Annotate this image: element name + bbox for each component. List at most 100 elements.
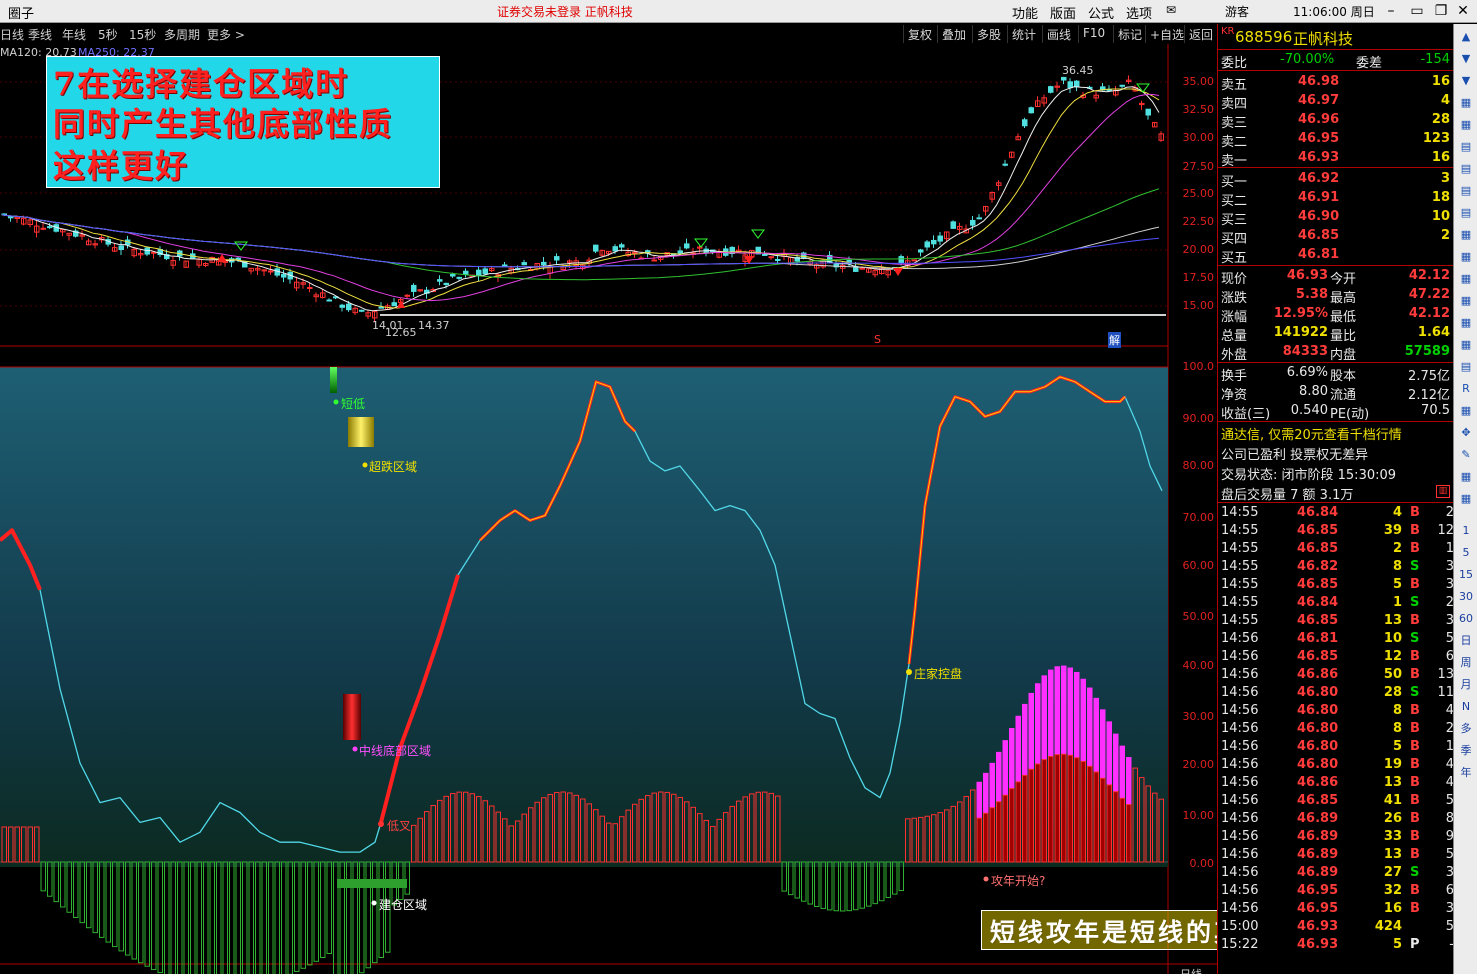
- period-shortcut[interactable]: 60: [1457, 610, 1475, 628]
- period-5s[interactable]: 5秒: [98, 26, 118, 43]
- tick-row[interactable]: 14:56 46.89 26 B 8: [1218, 810, 1454, 828]
- f10-button[interactable]: F10: [1078, 25, 1109, 43]
- period-shortcut[interactable]: 月: [1457, 676, 1475, 694]
- back-button[interactable]: 返回: [1184, 25, 1217, 43]
- period-shortcut[interactable]: 15: [1457, 566, 1475, 584]
- ask-row[interactable]: 卖二 46.95 123: [1218, 130, 1454, 150]
- period-shortcut[interactable]: N: [1457, 698, 1475, 716]
- promo-row[interactable]: 通达信, 仅需20元查看千档行情: [1218, 423, 1454, 443]
- tick-row[interactable]: 14:56 46.85 12 B 6: [1218, 648, 1454, 666]
- grid-icon[interactable]: ▦: [1457, 270, 1475, 288]
- tick-row[interactable]: 14:56 46.85 41 B 5: [1218, 792, 1454, 810]
- mark-button[interactable]: 标记: [1113, 25, 1146, 43]
- add-watchlist-button[interactable]: +自选: [1145, 25, 1188, 43]
- menu-layout[interactable]: 版面: [1050, 3, 1076, 22]
- period-shortcut[interactable]: 30: [1457, 588, 1475, 606]
- tick-row[interactable]: 14:56 46.80 19 B 4: [1218, 756, 1454, 774]
- ask-row[interactable]: 卖五 46.98 16: [1218, 73, 1454, 93]
- period-shortcut[interactable]: 周: [1457, 654, 1475, 672]
- chart-icon[interactable]: ▤: [1457, 204, 1475, 222]
- chevron-down-icon[interactable]: ▼: [1457, 72, 1475, 90]
- period-multi[interactable]: 多周期: [164, 26, 200, 43]
- fuquan-button[interactable]: 复权: [903, 25, 936, 43]
- expand-icon[interactable]: ▥: [1436, 485, 1450, 498]
- grid-icon[interactable]: ▦: [1457, 468, 1475, 486]
- period-shortcut[interactable]: 5: [1457, 544, 1475, 562]
- grid-icon[interactable]: ▦: [1457, 336, 1475, 354]
- tick-row[interactable]: 14:56 46.86 13 B 4: [1218, 774, 1454, 792]
- period-shortcut[interactable]: 多: [1457, 720, 1475, 738]
- tick-row[interactable]: 14:56 46.80 8 B 2: [1218, 720, 1454, 738]
- tick-row[interactable]: 14:56 46.95 16 B 3: [1218, 900, 1454, 918]
- grid-icon[interactable]: ▦: [1457, 248, 1475, 266]
- bid-row[interactable]: 买四 46.85 2: [1218, 227, 1454, 247]
- period-shortcut[interactable]: 1: [1457, 522, 1475, 540]
- tick-row[interactable]: 14:56 46.86 50 B 13: [1218, 666, 1454, 684]
- period-day[interactable]: 日线: [0, 26, 24, 43]
- grid-icon[interactable]: ▦: [1457, 226, 1475, 244]
- move-icon[interactable]: ✥: [1457, 424, 1475, 442]
- tick-row[interactable]: 14:56 46.81 10 S 5: [1218, 630, 1454, 648]
- grid-icon[interactable]: ▦: [1457, 116, 1475, 134]
- minimize-icon[interactable]: –: [1380, 1, 1402, 21]
- tick-row[interactable]: 15:22 46.93 5 P -: [1218, 936, 1454, 954]
- draw-line-button[interactable]: 画线: [1042, 25, 1075, 43]
- fundamental-row[interactable]: 换手 6.69% 股本 2.75亿: [1218, 364, 1454, 384]
- chevron-down-icon[interactable]: ▼: [1457, 50, 1475, 68]
- tick-row[interactable]: 14:55 46.84 4 B 2: [1218, 504, 1454, 522]
- quote-row[interactable]: 总量 141922 量比 1.64: [1218, 324, 1454, 344]
- bid-row[interactable]: 买三 46.90 10: [1218, 208, 1454, 228]
- tick-row[interactable]: 14:55 46.85 2 B 1: [1218, 540, 1454, 558]
- tick-row[interactable]: 14:56 46.80 28 S 11: [1218, 684, 1454, 702]
- stats-button[interactable]: 统计: [1007, 25, 1040, 43]
- pencil-icon[interactable]: ✎: [1457, 446, 1475, 464]
- chevron-up-icon[interactable]: ▲: [1457, 28, 1475, 46]
- tick-row[interactable]: 14:56 46.89 33 B 9: [1218, 828, 1454, 846]
- menu-formula[interactable]: 公式: [1088, 3, 1114, 22]
- grid-icon[interactable]: ▦: [1457, 402, 1475, 420]
- tick-row[interactable]: 14:55 46.85 5 B 3: [1218, 576, 1454, 594]
- period-year[interactable]: 年线: [62, 26, 86, 43]
- quote-row[interactable]: 现价 46.93 今开 42.12: [1218, 267, 1454, 287]
- period-more[interactable]: 更多 >: [207, 26, 245, 43]
- bid-row[interactable]: 买二 46.91 18: [1218, 189, 1454, 209]
- grid-icon[interactable]: ▦: [1457, 94, 1475, 112]
- multi-stock-button[interactable]: 多股: [972, 25, 1005, 43]
- restore-icon[interactable]: ▭: [1406, 1, 1428, 21]
- period-shortcut[interactable]: 年: [1457, 764, 1475, 782]
- tick-row[interactable]: 15:00 46.93 424 5: [1218, 918, 1454, 936]
- chart-icon[interactable]: ▤: [1457, 182, 1475, 200]
- close-icon[interactable]: ✕: [1452, 1, 1474, 21]
- period-shortcut[interactable]: 季: [1457, 742, 1475, 760]
- ask-row[interactable]: 卖三 46.96 28: [1218, 111, 1454, 131]
- grid-icon[interactable]: ▦: [1457, 314, 1475, 332]
- tick-row[interactable]: 14:55 46.82 8 S 3: [1218, 558, 1454, 576]
- period-quarter[interactable]: 季线: [28, 26, 52, 43]
- quote-row[interactable]: 外盘 84333 内盘 57589: [1218, 343, 1454, 363]
- maximize-icon[interactable]: ❐: [1430, 1, 1452, 21]
- bid-row[interactable]: 买五 46.81: [1218, 246, 1454, 266]
- quote-row[interactable]: 涨幅 12.95% 最低 42.12: [1218, 305, 1454, 325]
- tick-row[interactable]: 14:56 46.89 13 B 5: [1218, 846, 1454, 864]
- guest-label[interactable]: 游客: [1225, 3, 1249, 20]
- chart-icon[interactable]: ▤: [1457, 358, 1475, 376]
- chart-icon[interactable]: ▤: [1457, 160, 1475, 178]
- tick-row[interactable]: 14:56 46.80 8 B 4: [1218, 702, 1454, 720]
- ask-row[interactable]: 卖一 46.93 16: [1218, 149, 1454, 169]
- grid-icon[interactable]: ▦: [1457, 490, 1475, 508]
- fundamental-row[interactable]: 收益(三) 0.540 PE(动) 70.5: [1218, 402, 1454, 422]
- tick-row[interactable]: 14:56 46.95 32 B 6: [1218, 882, 1454, 900]
- tick-row[interactable]: 14:56 46.80 5 B 1: [1218, 738, 1454, 756]
- menu-function[interactable]: 功能: [1012, 3, 1038, 22]
- tick-row[interactable]: 14:55 46.84 1 S 2: [1218, 594, 1454, 612]
- promo-text[interactable]: 通达信, 仅需20元查看千档行情: [1221, 424, 1402, 443]
- ask-row[interactable]: 卖四 46.97 4: [1218, 92, 1454, 112]
- rsi-icon[interactable]: R: [1457, 380, 1475, 398]
- tick-row[interactable]: 14:55 46.85 13 B 3: [1218, 612, 1454, 630]
- menu-options[interactable]: 选项: [1126, 3, 1152, 22]
- period-15s[interactable]: 15秒: [129, 26, 156, 43]
- period-shortcut[interactable]: 日: [1457, 632, 1475, 650]
- chart-icon[interactable]: ▤: [1457, 138, 1475, 156]
- quote-row[interactable]: 涨跌 5.38 最高 47.22: [1218, 286, 1454, 306]
- mail-icon[interactable]: ✉: [1166, 3, 1176, 17]
